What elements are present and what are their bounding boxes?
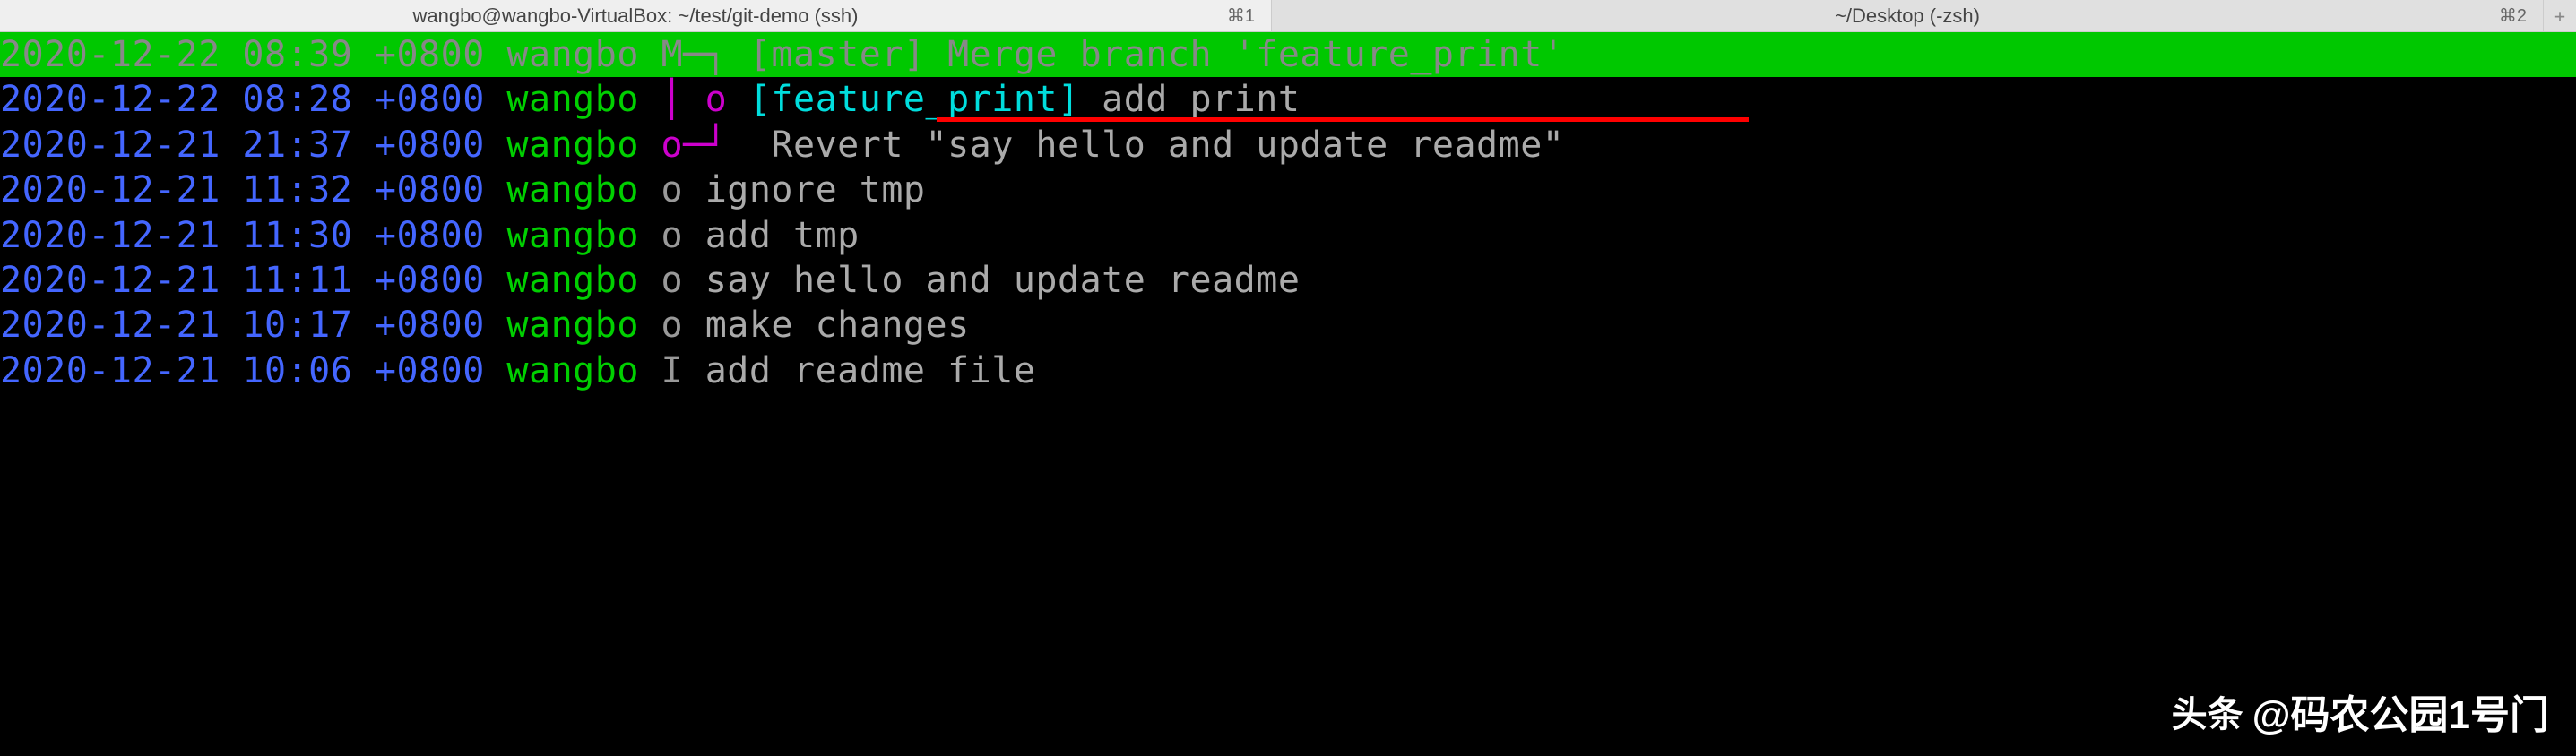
- tab-1[interactable]: wangbo@wangbo-VirtualBox: ~/test/git-dem…: [0, 0, 1272, 31]
- branch-label: [master]: [749, 34, 926, 75]
- graph-node: M─┐: [661, 34, 728, 75]
- commit-date: 2020-12-21 21:37 +0800: [0, 125, 485, 166]
- branch-label: [feature_print]: [749, 79, 1080, 120]
- graph-node: o: [661, 260, 684, 301]
- git-log-line[interactable]: 2020-12-21 10:06 +0800 wangbo I add read…: [0, 348, 2576, 393]
- git-log-line[interactable]: 2020-12-21 11:11 +0800 wangbo o say hell…: [0, 258, 2576, 303]
- commit-author: wangbo: [506, 169, 639, 210]
- annotation-underline: [937, 117, 1749, 122]
- git-log-line[interactable]: 2020-12-22 08:28 +0800 wangbo │ o [featu…: [0, 77, 2576, 122]
- tab-bar: wangbo@wangbo-VirtualBox: ~/test/git-dem…: [0, 0, 2576, 32]
- graph-node: I: [661, 350, 684, 391]
- commit-message: Revert "say hello and update readme": [749, 125, 1565, 166]
- terminal-output[interactable]: 2020-12-22 08:39 +0800 wangbo M─┐ [maste…: [0, 32, 2576, 393]
- tab-shortcut: ⌘2: [2499, 4, 2527, 27]
- commit-message: add tmp: [705, 215, 860, 256]
- commit-message: ignore tmp: [705, 169, 926, 210]
- graph-node: │ o: [661, 79, 728, 120]
- commit-date: 2020-12-22 08:39 +0800: [0, 34, 485, 75]
- commit-author: wangbo: [506, 215, 639, 256]
- watermark-logo: 头条: [2172, 685, 2243, 737]
- git-log-line[interactable]: 2020-12-22 08:39 +0800 wangbo M─┐ [maste…: [0, 32, 2576, 77]
- commit-author: wangbo: [506, 260, 639, 301]
- commit-date: 2020-12-21 10:06 +0800: [0, 350, 485, 391]
- git-log-line[interactable]: 2020-12-21 11:30 +0800 wangbo o add tmp: [0, 213, 2576, 258]
- graph-node: o: [661, 305, 684, 346]
- add-tab-button[interactable]: +: [2544, 0, 2576, 31]
- graph-node: o─┘: [661, 125, 728, 166]
- commit-message: Merge branch 'feature_print': [947, 34, 1564, 75]
- plus-icon: +: [2554, 5, 2565, 27]
- commit-date: 2020-12-21 11:11 +0800: [0, 260, 485, 301]
- commit-date: 2020-12-21 11:30 +0800: [0, 215, 485, 256]
- commit-message: add readme file: [705, 350, 1036, 391]
- tab-title: ~/Desktop (-zsh): [1835, 4, 1980, 28]
- git-log-line[interactable]: 2020-12-21 11:32 +0800 wangbo o ignore t…: [0, 168, 2576, 212]
- git-log-line[interactable]: 2020-12-21 21:37 +0800 wangbo o─┘ Revert…: [0, 123, 2576, 168]
- commit-author: wangbo: [506, 79, 639, 120]
- tab-2[interactable]: ~/Desktop (-zsh) ⌘2: [1272, 0, 2544, 31]
- commit-author: wangbo: [506, 34, 639, 75]
- commit-author: wangbo: [506, 125, 639, 166]
- commit-message: say hello and update readme: [705, 260, 1301, 301]
- watermark: 头条 @码农公园1号门: [2172, 683, 2549, 740]
- commit-message: add print: [1102, 79, 1300, 120]
- tab-shortcut: ⌘1: [1227, 4, 1255, 27]
- git-log-line[interactable]: 2020-12-21 10:17 +0800 wangbo o make cha…: [0, 303, 2576, 348]
- commit-date: 2020-12-21 10:17 +0800: [0, 305, 485, 346]
- commit-message: make changes: [705, 305, 970, 346]
- commit-author: wangbo: [506, 305, 639, 346]
- tab-title: wangbo@wangbo-VirtualBox: ~/test/git-dem…: [412, 4, 858, 28]
- watermark-text: @码农公园1号门: [2252, 683, 2549, 740]
- commit-date: 2020-12-21 11:32 +0800: [0, 169, 485, 210]
- commit-author: wangbo: [506, 350, 639, 391]
- graph-node: o: [661, 169, 684, 210]
- commit-date: 2020-12-22 08:28 +0800: [0, 79, 485, 120]
- graph-node: o: [661, 215, 684, 256]
